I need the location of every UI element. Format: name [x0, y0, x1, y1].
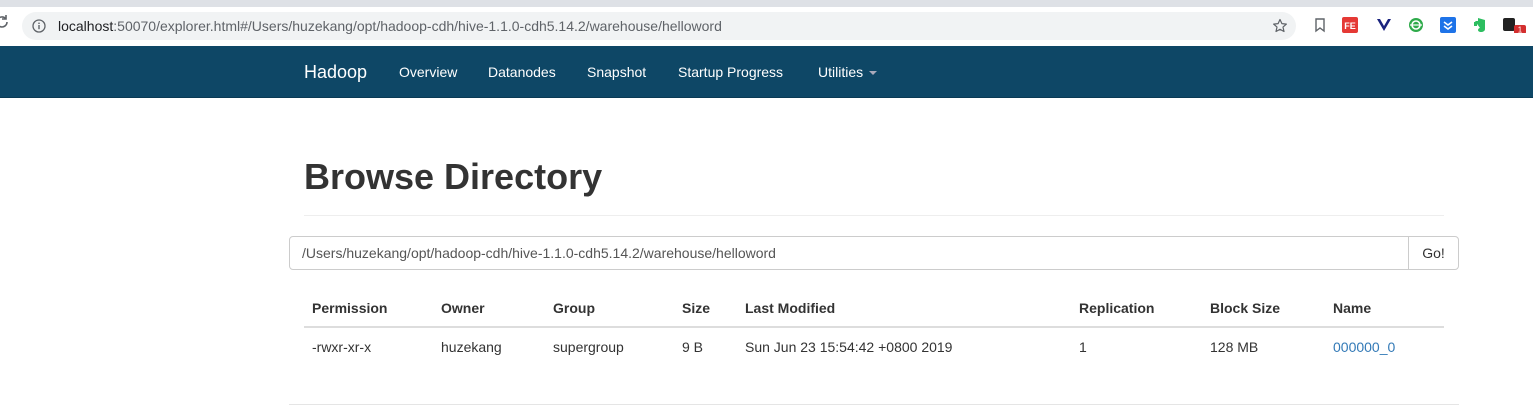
- cell-permission: -rwxr-xr-x: [312, 339, 372, 355]
- fe-extension-icon[interactable]: FE: [1342, 17, 1358, 33]
- page-title: Browse Directory: [304, 156, 603, 197]
- browser-toolbar: localhost:50070/explorer.html#/Users/huz…: [0, 0, 1533, 46]
- address-bar[interactable]: localhost:50070/explorer.html#/Users/huz…: [22, 12, 1296, 40]
- column-header-size[interactable]: Size: [682, 300, 710, 316]
- top-navbar: Hadoop Overview Datanodes Snapshot Start…: [0, 46, 1533, 98]
- svg-text:1: 1: [1518, 26, 1523, 34]
- footer-divider: [289, 404, 1459, 405]
- cell-size: 9 B: [682, 339, 704, 355]
- navbar-brand[interactable]: Hadoop: [304, 61, 367, 83]
- bookmark-star-icon[interactable]: [1272, 18, 1288, 34]
- column-header-name[interactable]: Name: [1333, 300, 1371, 316]
- cell-last-modified: Sun Jun 23 15:54:42 +0800 2019: [745, 339, 953, 355]
- svg-text:FE: FE: [1344, 21, 1356, 31]
- column-header-owner[interactable]: Owner: [441, 300, 485, 316]
- column-header-replication[interactable]: Replication: [1079, 300, 1154, 316]
- column-header-block-size[interactable]: Block Size: [1210, 300, 1280, 316]
- bookmark-icon[interactable]: [1312, 17, 1328, 33]
- tab-strip-edge: [0, 0, 1533, 7]
- nav-item-datanodes[interactable]: Datanodes: [488, 63, 556, 81]
- cell-replication: 1: [1079, 339, 1087, 355]
- nav-item-utilities-label: Utilities: [818, 64, 864, 80]
- nav-item-startup-progress[interactable]: Startup Progress: [678, 63, 783, 81]
- cell-block-size: 128 MB: [1210, 339, 1259, 355]
- column-header-group[interactable]: Group: [553, 300, 595, 316]
- cell-group: supergroup: [553, 339, 624, 355]
- column-header-last-modified[interactable]: Last Modified: [745, 300, 835, 316]
- url-host: localhost: [58, 18, 114, 34]
- nav-item-overview[interactable]: Overview: [399, 63, 457, 81]
- cell-owner: huzekang: [441, 339, 502, 355]
- download-extension-icon[interactable]: [1440, 17, 1456, 33]
- reload-icon[interactable]: [0, 14, 10, 30]
- file-name-link[interactable]: 000000_0: [1333, 339, 1395, 355]
- notifications-extension-icon[interactable]: 1: [1503, 17, 1527, 33]
- go-button[interactable]: Go!: [1408, 236, 1459, 270]
- column-header-permission[interactable]: Permission: [312, 300, 387, 316]
- site-info-icon[interactable]: [32, 19, 46, 33]
- directory-path-input[interactable]: [289, 236, 1409, 270]
- nav-item-utilities[interactable]: Utilities: [818, 63, 878, 81]
- nav-item-snapshot[interactable]: Snapshot: [587, 63, 646, 81]
- url-text[interactable]: localhost:50070/explorer.html#/Users/huz…: [58, 18, 722, 34]
- evernote-extension-icon[interactable]: [1472, 17, 1488, 33]
- dropdown-caret-icon: [869, 71, 878, 75]
- vue-extension-icon[interactable]: [1376, 17, 1392, 33]
- title-divider: [304, 215, 1444, 216]
- globe-extension-icon[interactable]: [1408, 17, 1424, 33]
- table-header-divider: [304, 326, 1444, 328]
- url-path: :50070/explorer.html#/Users/huzekang/opt…: [113, 18, 722, 34]
